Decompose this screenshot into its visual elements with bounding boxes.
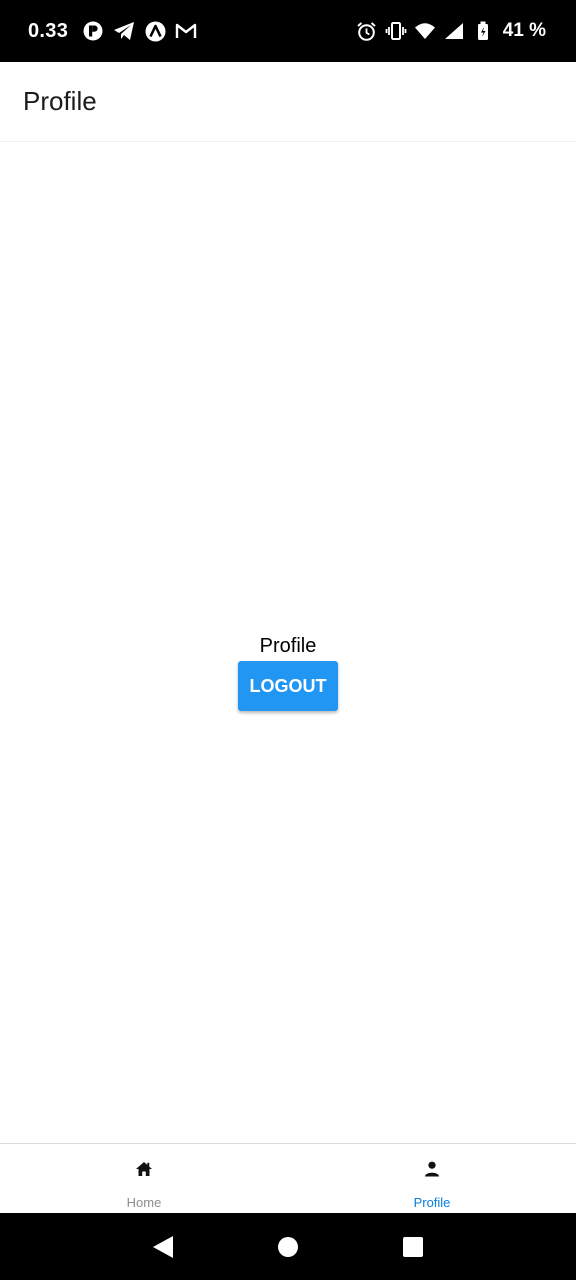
telegram-icon <box>113 20 135 42</box>
gmail-icon <box>175 20 197 42</box>
home-icon <box>134 1159 154 1179</box>
system-nav-bar <box>0 1213 576 1280</box>
back-icon[interactable] <box>150 1234 176 1260</box>
home-circle-icon[interactable] <box>275 1234 301 1260</box>
wifi-icon <box>414 20 436 42</box>
app-header: Profile <box>0 62 576 142</box>
arc-app-icon <box>144 20 166 42</box>
tab-profile-label: Profile <box>413 1195 451 1210</box>
status-right: 41 % <box>356 20 546 42</box>
tab-home-label: Home <box>126 1195 162 1210</box>
status-left: 0.33 <box>28 20 206 43</box>
signal-icon <box>443 20 465 42</box>
status-bar: 0.33 41 % <box>0 0 576 62</box>
bottom-tab-bar: Home Profile <box>0 1143 576 1213</box>
screen: 0.33 41 % Profile Profile LOGOUT Home Pr… <box>0 0 576 1280</box>
profile-text: Profile <box>259 635 317 657</box>
battery-percent: 41 % <box>502 20 546 41</box>
tab-profile[interactable]: Profile <box>288 1144 576 1213</box>
battery-icon <box>472 20 494 42</box>
app-r-icon <box>82 20 104 42</box>
page-title: Profile <box>23 86 97 116</box>
recents-icon[interactable] <box>400 1234 426 1260</box>
clock: 0.33 <box>28 19 69 42</box>
tab-home[interactable]: Home <box>0 1144 288 1213</box>
vibrate-icon <box>385 20 407 42</box>
alarm-icon <box>356 20 378 42</box>
profile-block: Profile LOGOUT <box>0 632 576 711</box>
main-content: Profile LOGOUT <box>0 142 576 1143</box>
person-icon <box>422 1159 442 1179</box>
logout-button[interactable]: LOGOUT <box>238 661 338 711</box>
